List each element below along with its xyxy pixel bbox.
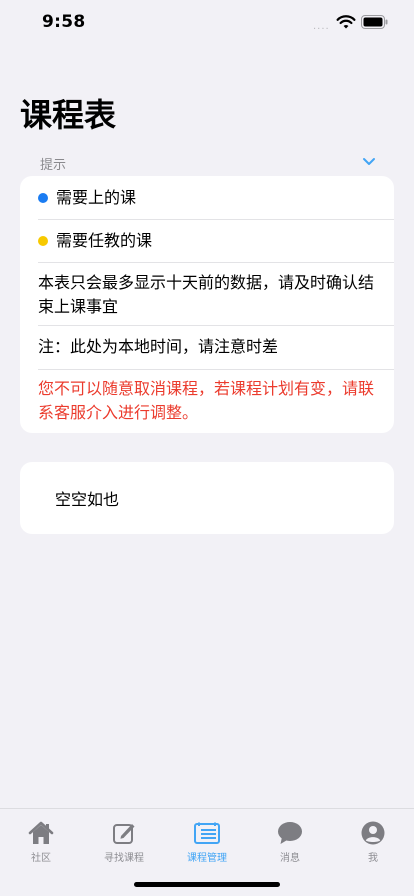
home-icon <box>28 821 54 844</box>
tab-find-course[interactable]: 寻找课程 <box>83 819 165 864</box>
schedule-icon <box>194 822 220 844</box>
tab-label: 社区 <box>31 853 51 864</box>
tab-bar: 社区 寻找课程 课程管理 消息 我 <box>0 808 414 896</box>
tip-warning: 您不可以随意取消课程，若课程计划有变，请联系客服介入进行调整。 <box>20 369 394 433</box>
tip-text: 需要上的课 <box>56 187 137 207</box>
wifi-icon <box>336 15 356 29</box>
tip-warning-text: 您不可以随意取消课程，若课程计划有变，请联系客服介入进行调整。 <box>38 379 375 422</box>
edit-icon <box>113 824 135 844</box>
tab-me[interactable]: 我 <box>332 819 414 864</box>
tip-item: 本表只会最多显示十天前的数据，请及时确认结束上课事宜 <box>20 262 394 325</box>
tips-card: 需要上的课 需要任教的课 本表只会最多显示十天前的数据，请及时确认结束上课事宜 … <box>20 176 394 433</box>
tab-course-management[interactable]: 课程管理 <box>166 819 248 864</box>
chevron-down-icon[interactable] <box>362 156 376 168</box>
tips-header[interactable]: 提示 <box>40 154 380 174</box>
tip-text: 注：此处为本地时间，请注意时差 <box>38 337 279 356</box>
tip-item: 注：此处为本地时间，请注意时差 <box>20 325 394 369</box>
status-bar: 9:58 .... <box>0 0 414 48</box>
battery-icon <box>361 15 388 29</box>
tab-label: 课程管理 <box>187 853 227 864</box>
tip-text: 需要任教的课 <box>56 230 153 250</box>
tab-messages[interactable]: 消息 <box>249 819 331 864</box>
profile-icon <box>361 821 385 845</box>
empty-state-card: 空空如也 <box>20 462 394 534</box>
home-indicator[interactable] <box>134 882 280 887</box>
status-time: 9:58 <box>42 12 86 32</box>
tip-item: 需要上的课 <box>20 176 394 219</box>
signal-icon: .... <box>313 21 330 32</box>
tips-header-label: 提示 <box>40 158 67 173</box>
tab-label: 我 <box>368 853 378 864</box>
tab-label: 寻找课程 <box>104 853 144 864</box>
tab-community[interactable]: 社区 <box>0 819 82 864</box>
chat-icon <box>278 822 302 844</box>
tip-text: 本表只会最多显示十天前的数据，请及时确认结束上课事宜 <box>38 272 375 316</box>
tab-label: 消息 <box>280 853 300 864</box>
blue-dot-icon <box>38 192 48 203</box>
empty-state-text: 空空如也 <box>55 490 120 509</box>
yellow-dot-icon <box>38 235 48 246</box>
tip-item: 需要任教的课 <box>20 219 394 262</box>
page-title: 课程表 <box>20 96 117 134</box>
